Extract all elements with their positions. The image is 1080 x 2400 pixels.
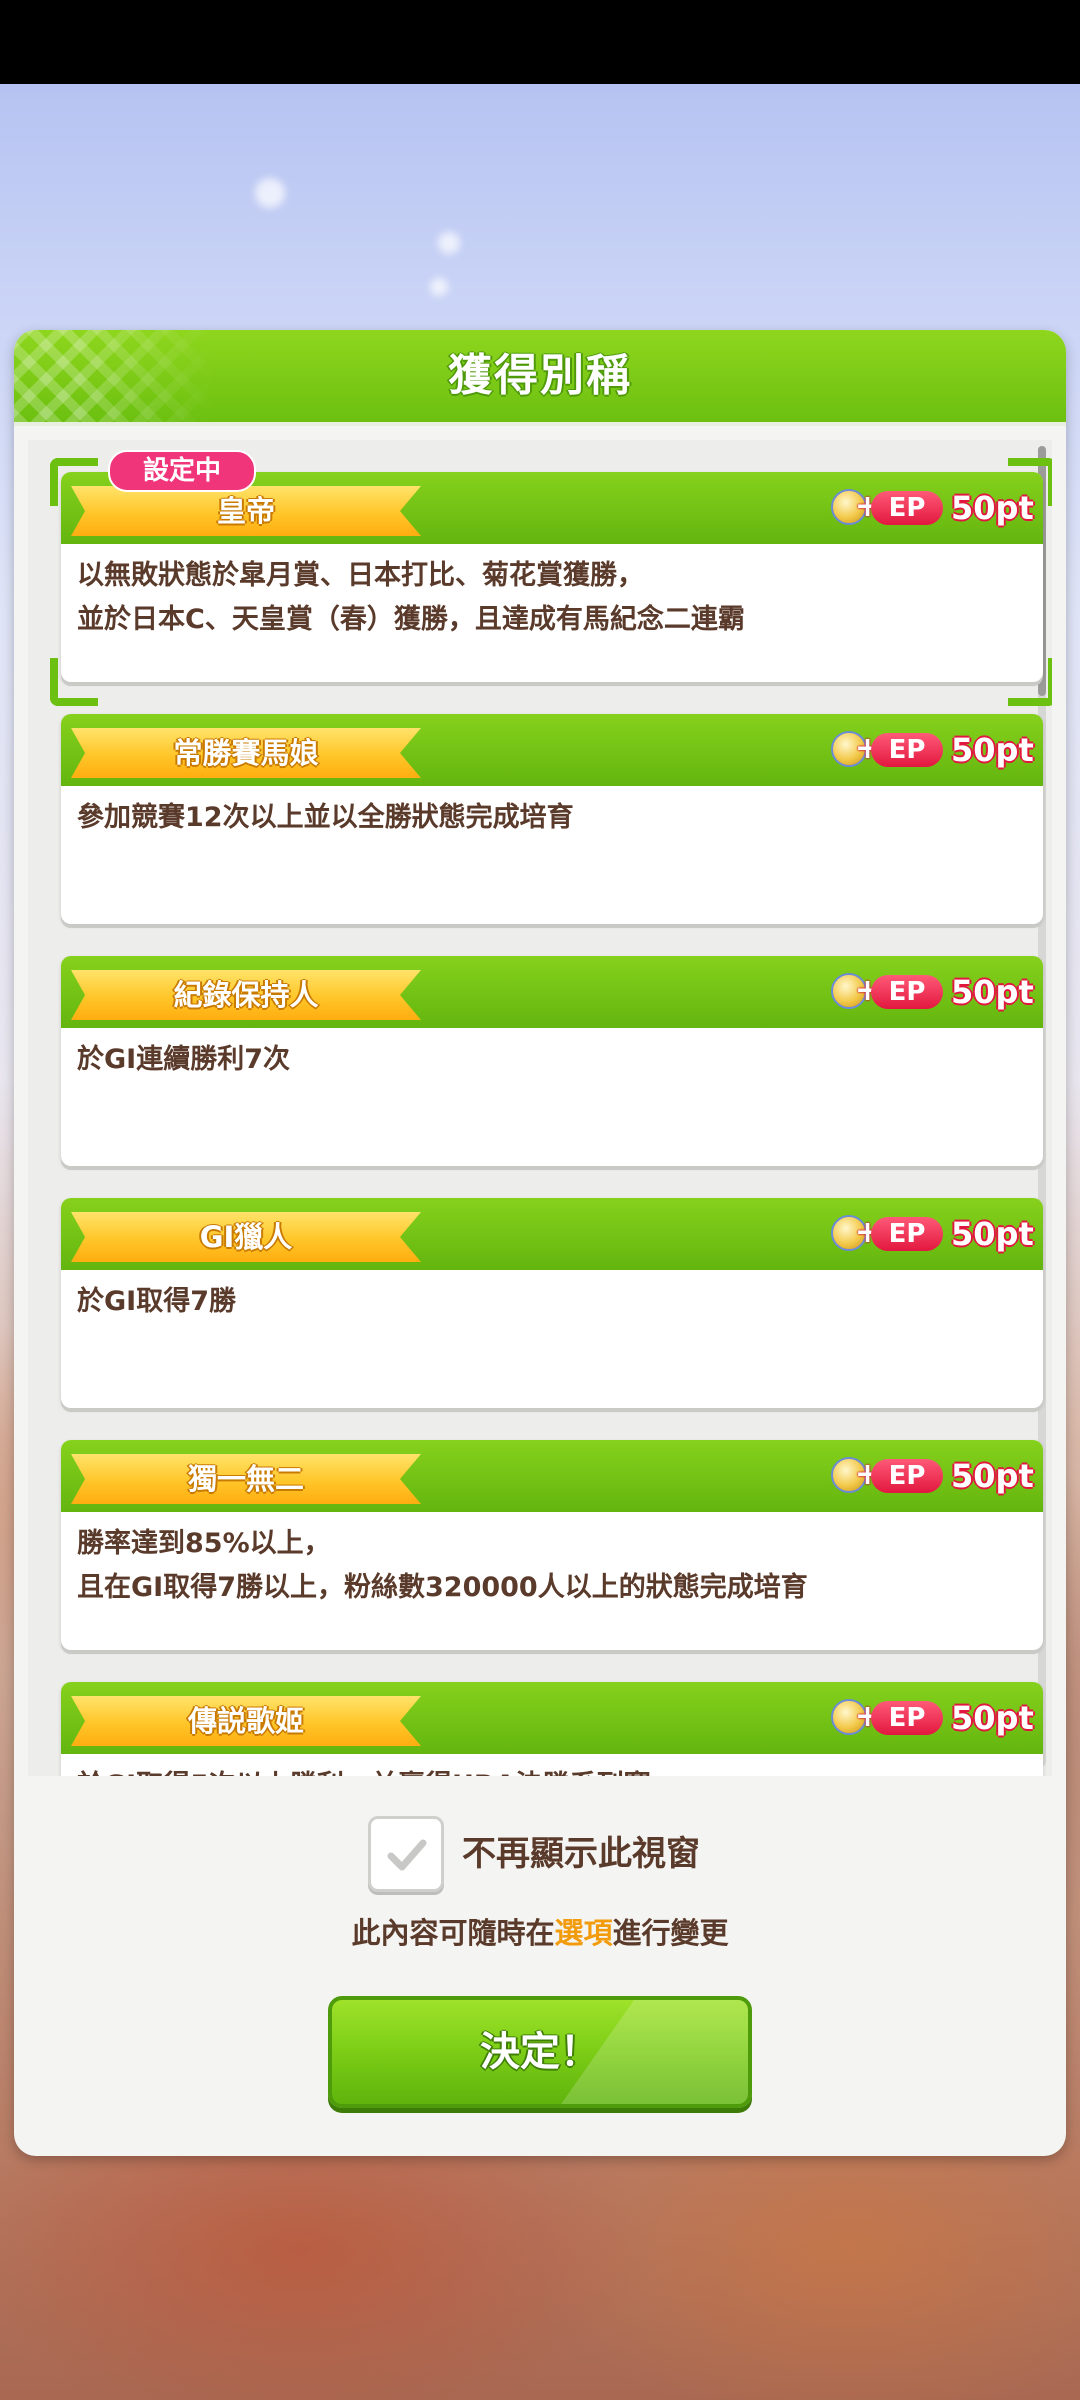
ep-bonus-badge: + EP — [831, 1214, 943, 1254]
title-card[interactable]: 常勝賽馬娘 + EP 50pt 參加競賽12次以上並以全勝狀態完成培育 — [61, 714, 1043, 924]
dialog-title: 獲得別稱 — [448, 350, 632, 401]
status-bar — [0, 0, 1080, 84]
ep-label: EP — [871, 975, 943, 1009]
ep-label: EP — [871, 1217, 943, 1251]
confirm-button-label: 決定！ — [480, 2029, 600, 2075]
ep-bonus-badge: + EP — [831, 1456, 943, 1496]
selected-frame: 設定中 — [50, 450, 1052, 706]
title-card-header: 獨一無二 + EP 50pt — [61, 1440, 1043, 1512]
title-description: 勝率達到85%以上， 且在GⅠ取得7勝以上，粉絲數320000人以上的狀態完成培… — [77, 1528, 808, 1603]
frame-corner — [50, 658, 98, 706]
title-description: 於GⅠ取得7勝 — [77, 1286, 236, 1317]
ep-points: 50pt — [951, 731, 1034, 769]
ep-points: 50pt — [951, 1699, 1034, 1737]
title-name: GⅠ獵人 — [199, 1220, 293, 1254]
confirm-button[interactable]: 決定！ — [328, 1996, 752, 2108]
title-acquired-dialog: 獲得別稱 皇帝 + EP 50pt 以無敗狀態於皐月賞、日本打比、菊花賞獲勝， … — [14, 330, 1066, 2156]
title-description: 參加競賽12次以上並以全勝狀態完成培育 — [77, 802, 574, 833]
frame-corner — [1008, 658, 1052, 706]
title-list[interactable]: 皇帝 + EP 50pt 以無敗狀態於皐月賞、日本打比、菊花賞獲勝， 並於日本C… — [28, 440, 1052, 1776]
ep-label: EP — [871, 1459, 943, 1493]
ep-points: 50pt — [951, 1457, 1034, 1495]
ep-points: 50pt — [951, 973, 1034, 1011]
note-suffix: 進行變更 — [612, 1916, 729, 1950]
frame-corner — [50, 458, 98, 506]
title-description: 於GⅠ連續勝利7次 — [77, 1044, 290, 1075]
dont-show-again-checkbox[interactable] — [368, 1816, 444, 1892]
frame-corner — [1008, 458, 1052, 506]
title-card-header: 傳説歌姬 + EP 50pt — [61, 1682, 1043, 1754]
light-sparkle — [438, 232, 460, 254]
options-highlight: 選項 — [554, 1916, 613, 1950]
title-name: 紀錄保持人 — [173, 978, 319, 1012]
title-card-header: GⅠ獵人 + EP 50pt — [61, 1198, 1043, 1270]
dialog-footer: 不再顯示此視窗 此內容可隨時在選項進行變更 決定！ — [14, 1776, 1066, 2156]
ep-bonus-badge: + EP — [831, 972, 943, 1012]
ep-label: EP — [871, 1701, 943, 1735]
settings-note: 此內容可隨時在選項進行變更 — [14, 1910, 1066, 1956]
title-name: 傳説歌姬 — [187, 1704, 304, 1738]
title-name: 常勝賽馬娘 — [173, 736, 319, 770]
ep-points: 50pt — [951, 1215, 1034, 1253]
title-card-header: 紀錄保持人 + EP 50pt — [61, 956, 1043, 1028]
dialog-header: 獲得別稱 — [14, 330, 1066, 426]
checkmark-icon — [387, 1839, 427, 1871]
title-card[interactable]: GⅠ獵人 + EP 50pt 於GⅠ取得7勝 — [61, 1198, 1043, 1408]
ep-label: EP — [871, 733, 943, 767]
dont-show-again-label[interactable]: 不再顯示此視窗 — [462, 1828, 762, 1880]
ep-bonus-badge: + EP — [831, 1698, 943, 1738]
title-card-header: 常勝賽馬娘 + EP 50pt — [61, 714, 1043, 786]
equipped-badge: 設定中 — [108, 450, 256, 492]
title-name: 獨一無二 — [187, 1462, 304, 1496]
light-sparkle — [430, 278, 448, 296]
title-card[interactable]: 紀錄保持人 + EP 50pt 於GⅠ連續勝利7次 — [61, 956, 1043, 1166]
note-prefix: 此內容可隨時在 — [351, 1916, 555, 1950]
ep-bonus-badge: + EP — [831, 730, 943, 770]
title-description: 於GⅠ取得5次以上勝利，並贏得URA決勝系列賽 — [77, 1764, 1007, 1776]
title-card[interactable]: 獨一無二 + EP 50pt 勝率達到85%以上， 且在GⅠ取得7勝以上，粉絲數… — [61, 1440, 1043, 1650]
light-sparkle — [255, 178, 285, 208]
title-card[interactable]: 傳説歌姬 + EP 50pt 於GⅠ取得5次以上勝利，並贏得URA決勝系列賽 — [61, 1682, 1043, 1776]
